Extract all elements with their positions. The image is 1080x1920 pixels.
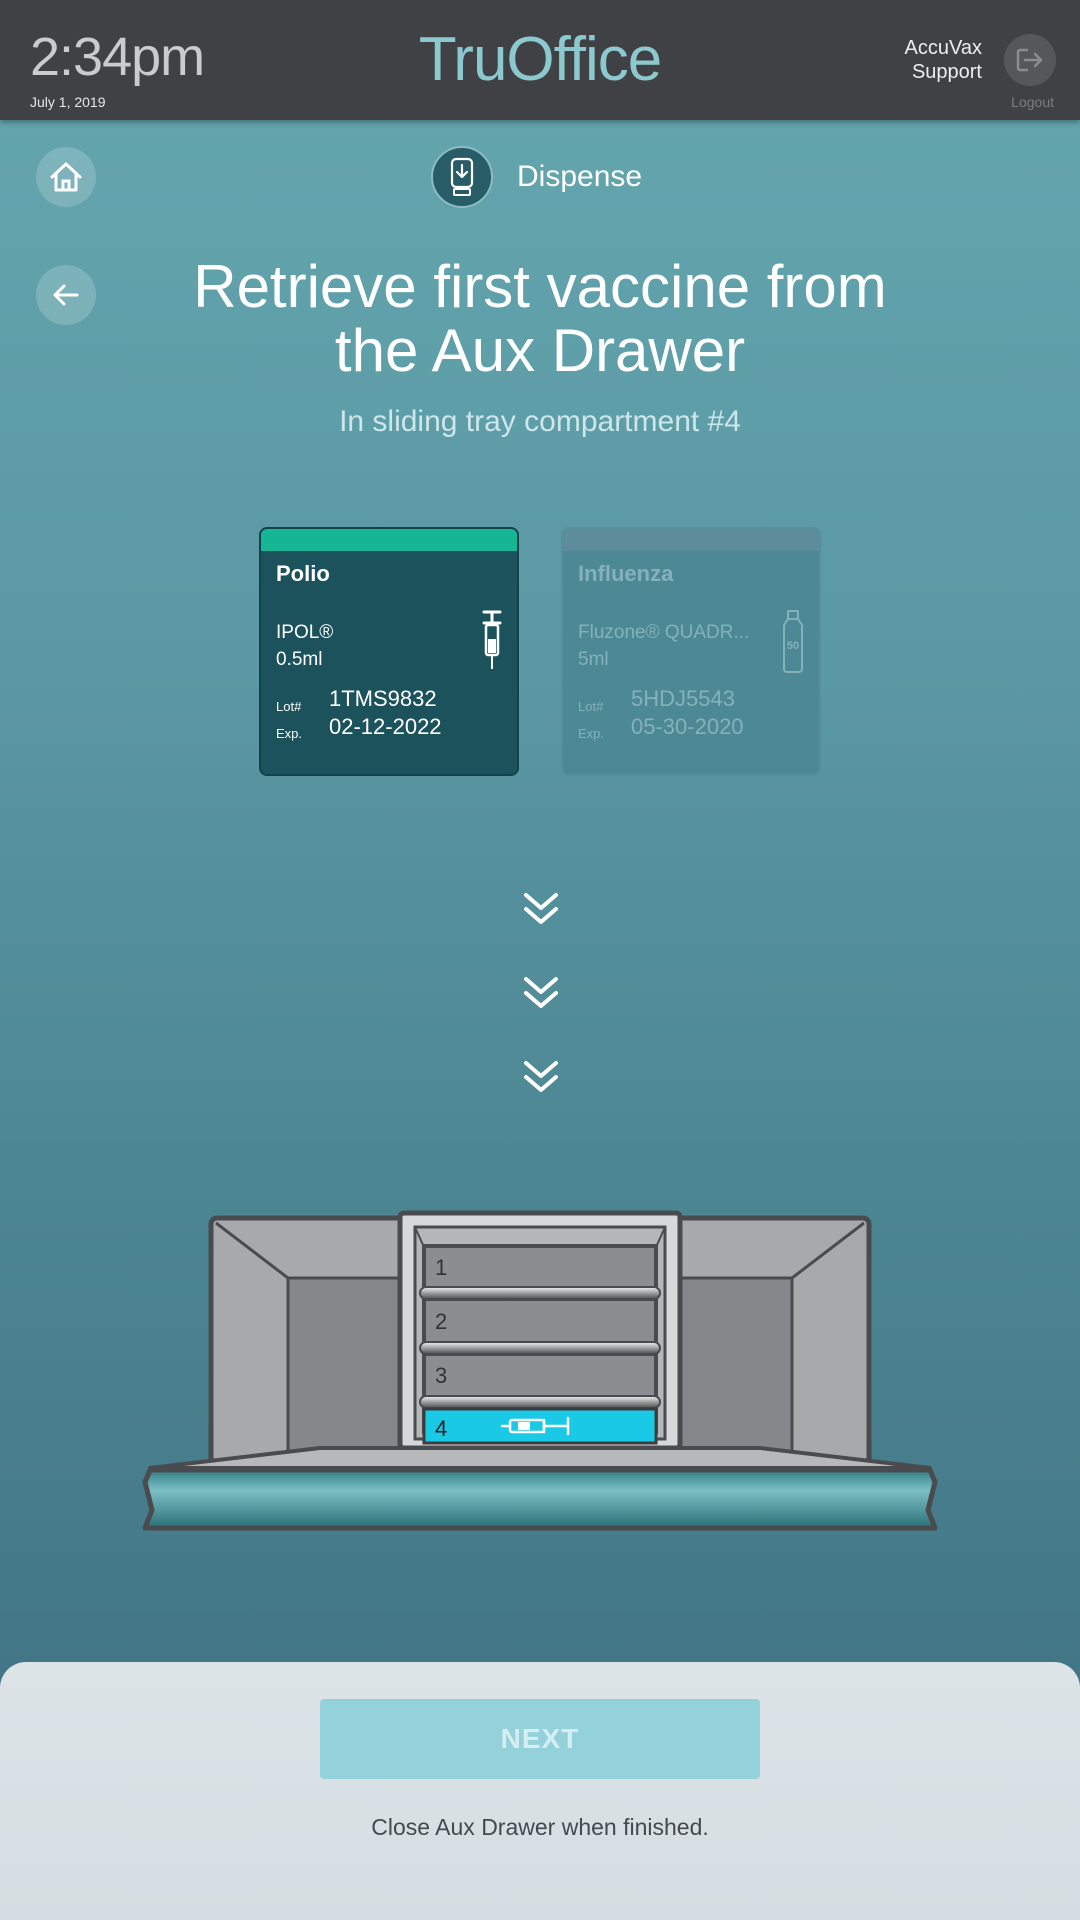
drawer-rail: [419, 1395, 661, 1409]
vaccine-name: Polio: [276, 561, 330, 586]
exp-label: Exp.: [276, 726, 303, 741]
top-bar: 2:34pm July 1, 2019 TruOffice AccuVax Su…: [0, 0, 1080, 120]
compartment-label-4: 4: [435, 1416, 447, 1441]
support-line-1: AccuVax: [904, 37, 982, 59]
drawer-rail: [419, 1341, 661, 1355]
support-link[interactable]: AccuVax Support: [822, 36, 982, 84]
product-name: Fluzone® QUADR...: [578, 622, 750, 643]
support-line-2: Support: [911, 61, 982, 83]
section-label: Dispense: [517, 160, 643, 193]
vaccine-card-influenza: Influenza Fluzone® QUADR... 5ml Lot# Exp…: [561, 527, 821, 776]
drawer-compartment-4-highlighted: [422, 1407, 658, 1445]
dispense-icon: [431, 146, 493, 208]
lot-exp-labels: Lot# Exp.: [578, 693, 604, 747]
lot-number: 5HDJ5543: [631, 686, 735, 711]
lot-exp-values: 5HDJ5543 05-30-2020: [631, 685, 744, 741]
aux-drawer-illustration: 1 2 3 4: [142, 1210, 938, 1531]
vaccine-name: Influenza: [578, 561, 674, 586]
compartment-label-2: 2: [435, 1309, 447, 1334]
lot-exp-values: 1TMS9832 02-12-2022: [329, 685, 442, 741]
vaccine-card-polio: Polio IPOL® 0.5ml Lot# Exp. 1TMS9832 02-…: [259, 527, 519, 776]
drawer-compartment-2: [424, 1299, 656, 1343]
logout-icon: [1016, 48, 1043, 72]
vaccine-product: IPOL® 0.5ml: [276, 619, 456, 673]
page-title: Retrieve first vaccine from the Aux Draw…: [0, 255, 1080, 383]
home-icon: [50, 162, 82, 192]
lot-label: Lot#: [276, 699, 302, 714]
compartment-label-3: 3: [435, 1363, 447, 1388]
vaccine-product: Fluzone® QUADR... 5ml: [578, 619, 758, 673]
card-accent-strip: [261, 529, 517, 551]
logout-button[interactable]: [1004, 34, 1056, 86]
vial-icon: 50: [783, 610, 803, 673]
lot-number: 1TMS9832: [329, 686, 437, 711]
product-name: IPOL®: [276, 622, 334, 643]
home-button[interactable]: [36, 147, 96, 207]
exp-date: 02-12-2022: [329, 714, 442, 739]
product-volume: 5ml: [578, 649, 609, 670]
exp-date: 05-30-2020: [631, 714, 744, 739]
product-volume: 0.5ml: [276, 649, 323, 670]
chevron-down-icon: [524, 977, 558, 1008]
bottom-panel: NEXT Close Aux Drawer when finished.: [0, 1662, 1080, 1920]
date: July 1, 2019: [30, 94, 106, 110]
card-accent-strip: [563, 529, 819, 551]
vial-dose-count: 50: [787, 640, 799, 652]
syringe-icon: [482, 610, 502, 669]
logout-label: Logout: [1011, 94, 1054, 110]
drawer-compartment-3: [424, 1354, 656, 1397]
drawer-rail: [419, 1286, 661, 1300]
next-button[interactable]: NEXT: [320, 1699, 760, 1779]
page-subtitle: In sliding tray compartment #4: [339, 405, 741, 438]
chevron-down-icon: [524, 893, 558, 924]
drawer-compartment-1: [424, 1246, 656, 1288]
exp-label: Exp.: [578, 726, 605, 741]
compartment-label-1: 1: [435, 1255, 447, 1280]
lot-label: Lot#: [578, 699, 604, 714]
title-line-2: the Aux Drawer: [334, 317, 746, 384]
chevron-down-icon: [524, 1061, 558, 1092]
lot-exp-labels: Lot# Exp.: [276, 693, 302, 747]
title-line-1: Retrieve first vaccine from: [193, 253, 887, 320]
footer-hint: Close Aux Drawer when finished.: [371, 1814, 709, 1840]
